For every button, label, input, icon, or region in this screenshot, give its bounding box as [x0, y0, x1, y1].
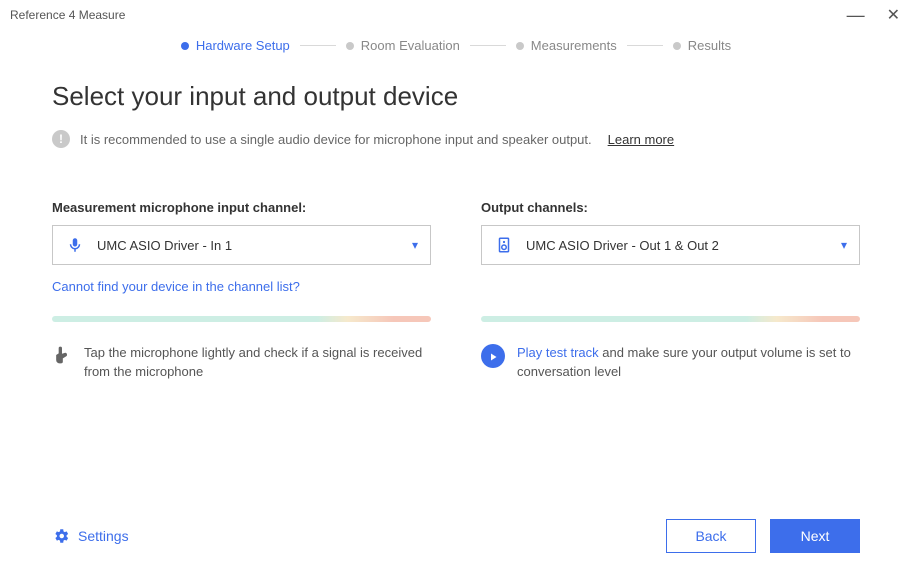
speaker-icon [494, 235, 514, 255]
minimize-icon[interactable]: — [847, 11, 865, 19]
output-label: Output channels: [481, 200, 860, 215]
step-hardware-setup[interactable]: Hardware Setup [181, 38, 290, 53]
titlebar: Reference 4 Measure — ✕ [0, 0, 912, 30]
step-dot-icon [346, 42, 354, 50]
step-connector [470, 45, 506, 46]
close-icon[interactable]: ✕ [887, 5, 900, 25]
main-content: Select your input and output device ! It… [0, 53, 912, 382]
info-banner: ! It is recommended to use a single audi… [52, 130, 860, 148]
info-icon: ! [52, 130, 70, 148]
output-column: Output channels: UMC ASIO Driver - Out 1… [481, 200, 860, 382]
step-connector [627, 45, 663, 46]
input-selected-value: UMC ASIO Driver - In 1 [97, 238, 400, 253]
play-icon[interactable] [481, 344, 505, 368]
tap-hand-icon [52, 344, 72, 365]
step-label: Hardware Setup [196, 38, 290, 53]
output-tip-text: Play test track and make sure your outpu… [517, 344, 860, 382]
step-results[interactable]: Results [673, 38, 731, 53]
input-level-meter [52, 316, 431, 322]
output-tip: Play test track and make sure your outpu… [481, 344, 860, 382]
input-tip-text: Tap the microphone lightly and check if … [84, 344, 431, 382]
step-label: Room Evaluation [361, 38, 460, 53]
window-controls: — ✕ [847, 5, 900, 25]
step-label: Measurements [531, 38, 617, 53]
page-title: Select your input and output device [52, 81, 860, 112]
gear-icon [52, 527, 70, 545]
back-button[interactable]: Back [666, 519, 756, 553]
stepper: Hardware Setup Room Evaluation Measureme… [0, 38, 912, 53]
window-title: Reference 4 Measure [10, 8, 125, 22]
chevron-down-icon: ▾ [841, 238, 847, 252]
play-test-track-link[interactable]: Play test track [517, 345, 599, 360]
step-label: Results [688, 38, 731, 53]
settings-label: Settings [78, 528, 129, 544]
next-button-label: Next [801, 528, 830, 544]
step-connector [300, 45, 336, 46]
output-channel-dropdown[interactable]: UMC ASIO Driver - Out 1 & Out 2 ▾ [481, 225, 860, 265]
input-column: Measurement microphone input channel: UM… [52, 200, 431, 382]
output-selected-value: UMC ASIO Driver - Out 1 & Out 2 [526, 238, 829, 253]
step-measurements[interactable]: Measurements [516, 38, 617, 53]
info-text: It is recommended to use a single audio … [80, 132, 592, 147]
step-room-evaluation[interactable]: Room Evaluation [346, 38, 460, 53]
input-tip: Tap the microphone lightly and check if … [52, 344, 431, 382]
next-button[interactable]: Next [770, 519, 860, 553]
step-dot-icon [181, 42, 189, 50]
cannot-find-device-link[interactable]: Cannot find your device in the channel l… [52, 279, 300, 294]
back-button-label: Back [695, 528, 726, 544]
settings-link[interactable]: Settings [52, 527, 129, 545]
output-level-meter [481, 316, 860, 322]
step-dot-icon [673, 42, 681, 50]
input-channel-dropdown[interactable]: UMC ASIO Driver - In 1 ▾ [52, 225, 431, 265]
learn-more-link[interactable]: Learn more [608, 132, 674, 147]
chevron-down-icon: ▾ [412, 238, 418, 252]
footer: Settings Back Next [0, 503, 912, 575]
microphone-icon [65, 235, 85, 255]
input-label: Measurement microphone input channel: [52, 200, 431, 215]
step-dot-icon [516, 42, 524, 50]
footer-buttons: Back Next [666, 519, 860, 553]
